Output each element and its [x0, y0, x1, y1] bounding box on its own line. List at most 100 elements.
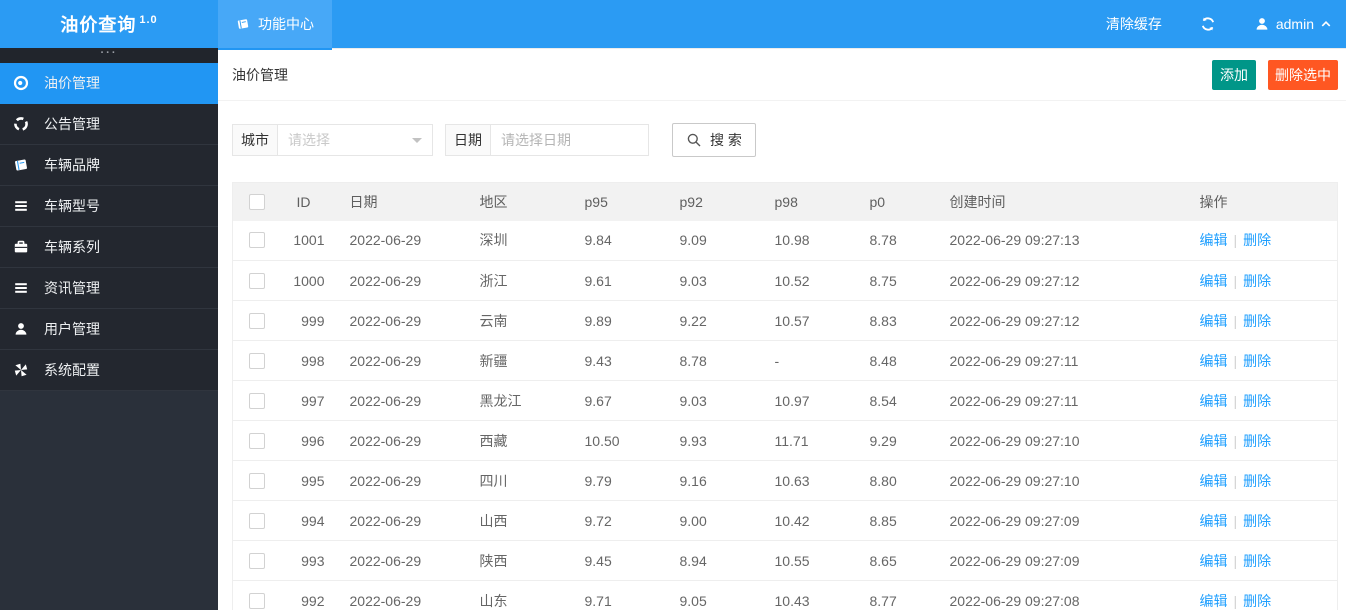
search-button[interactable]: 搜 索: [672, 123, 756, 157]
column-header-created: 创建时间: [934, 182, 1185, 221]
row-checkbox[interactable]: [249, 592, 265, 609]
tab-label: 功能中心: [258, 16, 314, 32]
user-icon: [1254, 16, 1270, 32]
sidebar-item-vehicle-series[interactable]: 车辆系列: [0, 227, 218, 268]
edit-link[interactable]: 编辑: [1200, 353, 1228, 369]
recycle-icon: [13, 116, 29, 132]
row-checkbox[interactable]: [249, 232, 265, 249]
header-actions: 清除缓存 admin: [1106, 0, 1346, 48]
caret-down-icon: [412, 138, 422, 148]
app-version: 1.0: [139, 14, 158, 26]
edit-link[interactable]: 编辑: [1200, 393, 1228, 409]
user-menu[interactable]: admin: [1254, 16, 1332, 32]
sidebar-item-notice[interactable]: 公告管理: [0, 104, 218, 145]
table-row: 1001 2022-06-29 深圳 9.84 9.09 10.98 8.78 …: [232, 220, 1338, 261]
sidebar-item-users[interactable]: 用户管理: [0, 309, 218, 350]
column-header-date: 日期: [334, 182, 465, 221]
add-button[interactable]: 添加: [1212, 59, 1256, 90]
delete-link[interactable]: 删除: [1243, 553, 1271, 569]
edit-link[interactable]: 编辑: [1200, 273, 1228, 289]
delete-link[interactable]: 删除: [1243, 593, 1271, 609]
pinwheel-icon: [13, 362, 29, 378]
table-body: 1001 2022-06-29 深圳 9.84 9.09 10.98 8.78 …: [232, 220, 1338, 610]
row-checkbox[interactable]: [249, 392, 265, 409]
delete-link[interactable]: 删除: [1243, 393, 1271, 409]
delete-selected-button[interactable]: 删除选中: [1268, 59, 1338, 90]
edit-link[interactable]: 编辑: [1200, 593, 1228, 609]
row-checkbox[interactable]: [249, 272, 265, 289]
book-icon: [13, 157, 29, 173]
delete-link[interactable]: 删除: [1243, 313, 1271, 329]
table-header-row: ID 日期 地区 p95 p92 p98 p0 创建时间 操作: [232, 182, 1338, 221]
row-checkbox[interactable]: [249, 512, 265, 529]
select-all-checkbox[interactable]: [249, 193, 265, 210]
app-logo: 油价查询 1.0: [0, 0, 218, 48]
sidebar-menu: 油价管理 公告管理 车辆品牌 车辆型号 车辆系列 资讯管理 用户管理 系统配置: [0, 63, 218, 391]
table-row: 998 2022-06-29 新疆 9.43 8.78 - 8.48 2022-…: [232, 340, 1338, 381]
app-window: 油价查询 1.0 功能中心 清除缓存 admin ··· 油价管理 公告管理 车…: [0, 0, 1346, 610]
sidebar-item-oil-price[interactable]: 油价管理: [0, 63, 218, 104]
user-icon: [13, 321, 29, 337]
edit-link[interactable]: 编辑: [1200, 473, 1228, 489]
refresh-button[interactable]: [1200, 16, 1216, 32]
tab-function-center[interactable]: 功能中心: [218, 0, 332, 48]
page-titlebar: 油价管理 添加 删除选中: [218, 49, 1346, 101]
top-header: 油价查询 1.0 功能中心 清除缓存 admin: [0, 0, 1346, 48]
edit-link[interactable]: 编辑: [1200, 313, 1228, 329]
delete-link[interactable]: 删除: [1243, 433, 1271, 449]
app-title: 油价查询: [60, 15, 137, 35]
delete-link[interactable]: 删除: [1243, 273, 1271, 289]
sidebar-item-system-config[interactable]: 系统配置: [0, 350, 218, 391]
edit-link[interactable]: 编辑: [1200, 553, 1228, 569]
column-header-p98: p98: [759, 182, 855, 221]
sidebar: ··· 油价管理 公告管理 车辆品牌 车辆型号 车辆系列 资讯管理 用户管理 系…: [0, 48, 218, 610]
refresh-icon: [1200, 16, 1216, 32]
column-header-p0: p0: [854, 182, 935, 221]
delete-link[interactable]: 删除: [1243, 353, 1271, 369]
sidebar-item-vehicle-brand[interactable]: 车辆品牌: [0, 145, 218, 186]
table-row: 999 2022-06-29 云南 9.89 9.22 10.57 8.83 2…: [232, 300, 1338, 341]
username: admin: [1275, 16, 1314, 32]
list-icon: [13, 280, 29, 296]
sidebar-item-vehicle-model[interactable]: 车辆型号: [0, 186, 218, 227]
column-header-region: 地区: [464, 182, 570, 221]
list-icon: [13, 198, 29, 214]
table-row: 993 2022-06-29 陕西 9.45 8.94 10.55 8.65 2…: [232, 540, 1338, 581]
adjust-icon: [13, 75, 29, 91]
row-checkbox[interactable]: [249, 352, 265, 369]
city-filter-group: 城市 请选择: [232, 124, 433, 156]
column-header-p95: p95: [569, 182, 665, 221]
row-checkbox[interactable]: [249, 312, 265, 329]
briefcase-icon: [13, 239, 29, 255]
main-content: 油价管理 添加 删除选中 城市 请选择 日期 搜 索: [218, 48, 1346, 610]
sidebar-item-news[interactable]: 资讯管理: [0, 268, 218, 309]
table-row: 995 2022-06-29 四川 9.79 9.16 10.63 8.80 2…: [232, 460, 1338, 501]
edit-link[interactable]: 编辑: [1200, 513, 1228, 529]
column-header-id: ID: [282, 182, 335, 221]
date-input[interactable]: [491, 125, 648, 155]
row-checkbox[interactable]: [249, 552, 265, 569]
caret-up-icon: [1320, 18, 1332, 30]
city-select-placeholder: 请选择: [288, 132, 330, 148]
data-table: ID 日期 地区 p95 p92 p98 p0 创建时间 操作 1001 202…: [232, 182, 1338, 610]
edit-link[interactable]: 编辑: [1200, 232, 1228, 248]
page-title: 油价管理: [232, 66, 288, 83]
sidebar-collapse-handle[interactable]: ···: [0, 48, 218, 63]
edit-link[interactable]: 编辑: [1200, 433, 1228, 449]
date-filter-group: 日期: [445, 124, 649, 156]
city-filter-label: 城市: [233, 125, 278, 155]
search-icon: [686, 132, 702, 148]
column-header-ops: 操作: [1184, 182, 1338, 221]
column-header-p92: p92: [664, 182, 760, 221]
table-row: 1000 2022-06-29 浙江 9.61 9.03 10.52 8.75 …: [232, 260, 1338, 301]
date-filter-label: 日期: [446, 125, 491, 155]
filter-bar: 城市 请选择 日期 搜 索: [232, 123, 756, 157]
row-checkbox[interactable]: [249, 472, 265, 489]
row-checkbox[interactable]: [249, 432, 265, 449]
clear-cache-button[interactable]: 清除缓存: [1106, 14, 1162, 34]
city-select[interactable]: 请选择: [278, 125, 432, 155]
delete-link[interactable]: 删除: [1243, 232, 1271, 248]
delete-link[interactable]: 删除: [1243, 473, 1271, 489]
delete-link[interactable]: 删除: [1243, 513, 1271, 529]
table-row: 996 2022-06-29 西藏 10.50 9.93 11.71 9.29 …: [232, 420, 1338, 461]
